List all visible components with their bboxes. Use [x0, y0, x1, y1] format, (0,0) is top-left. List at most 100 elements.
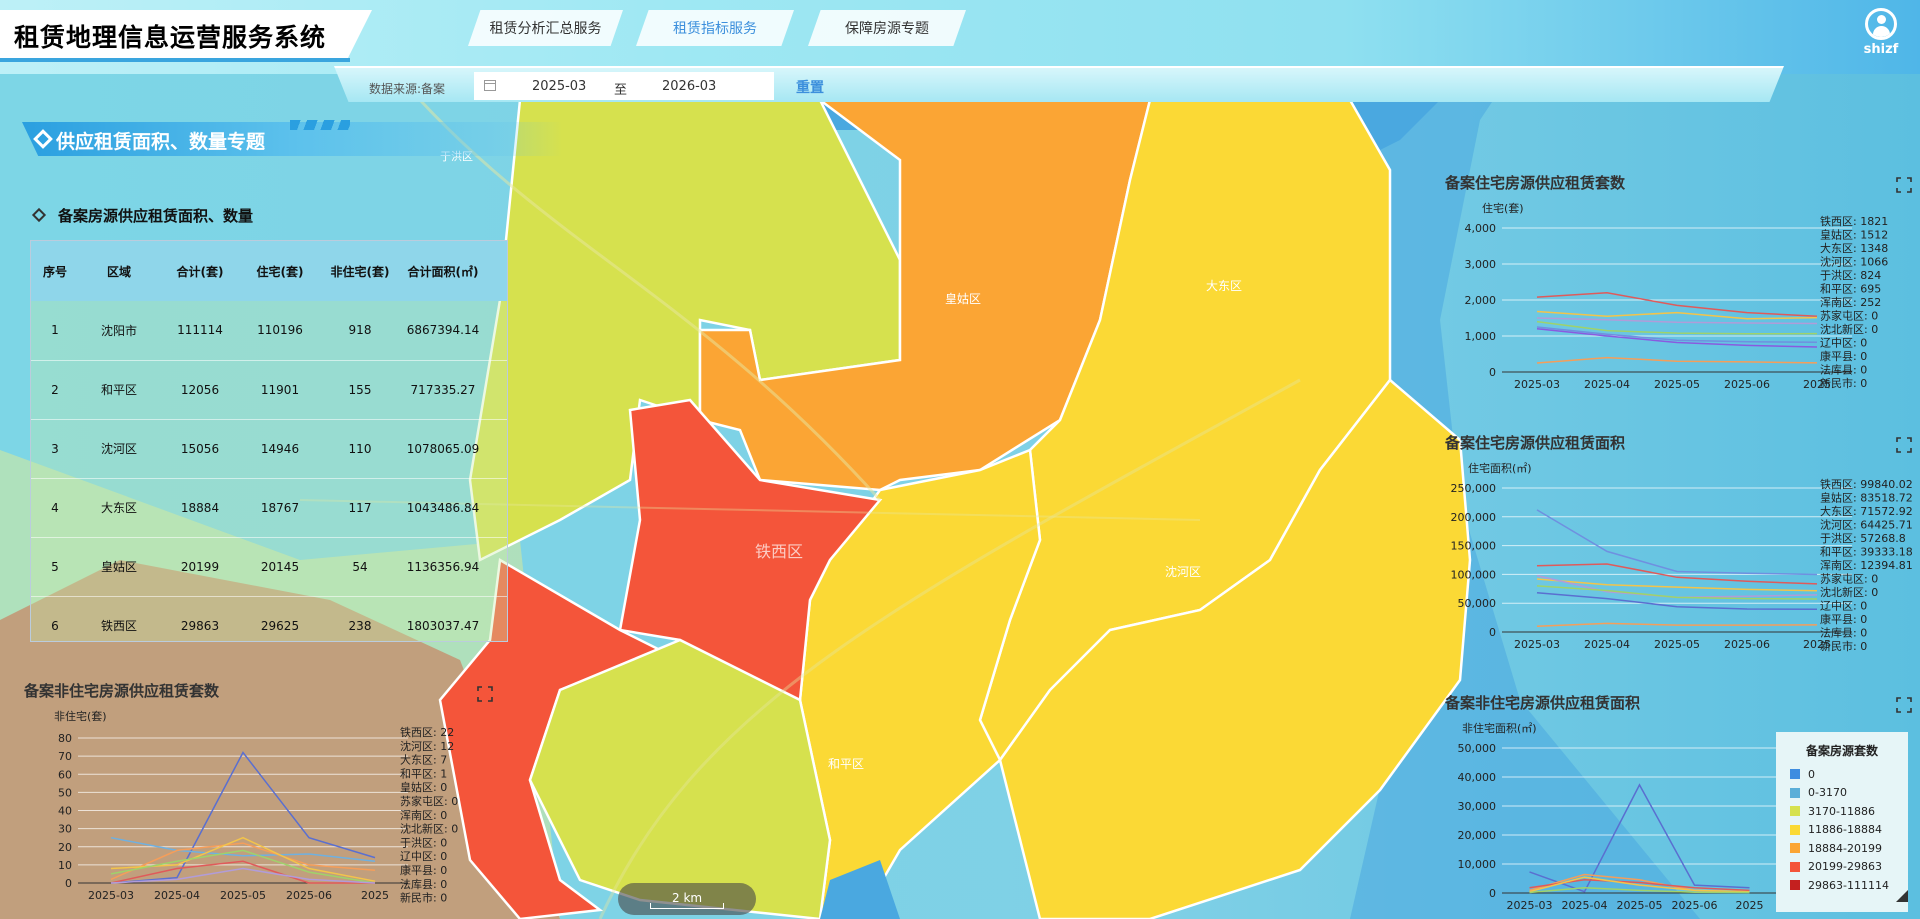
series-legend-label: 法库县: 0	[1820, 363, 1867, 377]
series-legend-label: 于洪区: 0	[400, 835, 447, 849]
col-header-residential: 住宅(套)	[241, 241, 319, 301]
section-title: 供应租赁面积、数量专题	[56, 131, 266, 153]
expand-icon[interactable]	[1896, 177, 1912, 193]
series-legend-label: 新民市: 0	[1820, 639, 1867, 653]
table-row[interactable]: 2和平区1205611901155717335.2765	[31, 360, 507, 420]
series-legend-label: 浑南区: 252	[1820, 296, 1881, 309]
series-legend-label: 辽中区: 0	[1820, 337, 1867, 350]
nav-tab-indicators[interactable]: 租赁指标服务	[636, 10, 794, 46]
col-header-total: 合计(套)	[159, 241, 241, 301]
y-tick-label: 70	[58, 750, 72, 763]
app-title-underline	[0, 58, 350, 62]
y-tick-label: 200,000	[1451, 511, 1497, 524]
series-legend-label: 皇姑区: 1512	[1820, 228, 1888, 242]
table-cell: 6867394.14	[401, 301, 485, 361]
y-tick-label: 30	[58, 823, 72, 836]
y-tick-label: 0	[1489, 887, 1496, 900]
user-avatar-icon	[1865, 8, 1897, 40]
col-header-index: 序号	[31, 241, 79, 301]
date-range-picker[interactable]: 2025-03 至 2026-03	[474, 72, 774, 100]
y-tick-label: 0	[65, 877, 72, 890]
triangle-corner-icon	[1896, 890, 1908, 902]
series-legend-label: 法库县: 0	[1820, 626, 1867, 640]
table-cell: 皇姑区	[79, 537, 159, 597]
x-tick-label: 2025-06	[1724, 638, 1770, 651]
table-cell: 16	[485, 596, 507, 641]
series-legend-label: 大东区: 7	[400, 753, 447, 767]
y-tick-label: 80	[58, 732, 72, 745]
legend-item: 11886-18884	[1790, 821, 1908, 840]
series-line[interactable]	[1536, 326, 1818, 344]
table-cell: 6	[31, 596, 79, 641]
nav-tab-housing[interactable]: 保障房源专题	[808, 10, 966, 46]
legend-item: 20199-29863	[1790, 858, 1908, 877]
nonres-count-chart[interactable]: 非住宅(套) 80 70 60 50 40 30 20 10 0 2025-03 2025-04 202…	[30, 706, 480, 916]
table-cell: 铁西区	[79, 596, 159, 641]
map-label-tiexi: 铁西区	[755, 542, 804, 561]
legend-item: 29863-111114	[1790, 876, 1908, 895]
nav-tab-summary[interactable]: 租赁分析汇总服务	[468, 10, 623, 46]
expand-icon[interactable]	[1896, 697, 1912, 713]
legend-label: 0	[1808, 767, 1815, 781]
date-start-input[interactable]: 2025-03	[532, 79, 586, 94]
nonres-area-chart[interactable]: 非住宅面积(㎡)50,00040,00030,00020,00010,00002…	[1440, 718, 1780, 918]
series-legend-label: 铁西区: 99840.02	[1820, 478, 1913, 491]
x-tick-label: 2025-04	[1562, 899, 1608, 912]
table-row[interactable]: 5皇姑区2019920145541136356.9411	[31, 537, 507, 597]
table-row[interactable]: 4大东区18884187671171043486.8410	[31, 478, 507, 538]
table-cell: 和平区	[79, 360, 159, 420]
expand-icon[interactable]	[1896, 437, 1912, 453]
table-cell: 1043486.84	[401, 478, 485, 538]
data-source-label: 数据来源:备案	[369, 82, 446, 96]
series-line[interactable]	[110, 751, 376, 884]
map-label-huanggu: 皇姑区	[945, 292, 982, 306]
supply-table[interactable]: 序号 区域 合计(套) 住宅(套) 非住宅(套) 合计面积(㎡) 住 1沈阳市1…	[30, 240, 508, 642]
table-cell: 20145	[241, 537, 319, 597]
series-legend-label: 浑南区: 12394.81	[1820, 559, 1913, 572]
series-line[interactable]	[110, 836, 376, 863]
res-area-chart[interactable]: 住宅面积(㎡) 250,000 200,000 150,000 100,000 50,00…	[1440, 458, 1915, 658]
table-cell: 110	[319, 419, 401, 479]
series-legend-label: 和平区: 39333.18	[1820, 546, 1913, 559]
legend-label: 3170-11886	[1808, 804, 1875, 818]
x-tick-label: 2025-04	[1584, 378, 1630, 391]
x-tick-label: 2025-03	[1514, 638, 1560, 651]
table-row[interactable]: 1沈阳市1111141101969186867394.1462	[31, 301, 507, 361]
legend-swatch	[1790, 880, 1800, 891]
series-line[interactable]	[1536, 310, 1818, 320]
series-line[interactable]	[1536, 585, 1818, 600]
y-tick-label: 100,000	[1451, 568, 1497, 581]
x-tick-label: 2025-03	[88, 889, 134, 902]
user-menu[interactable]: shizf	[1856, 8, 1906, 57]
expand-icon[interactable]	[477, 686, 493, 702]
res-count-chart[interactable]: 住宅(套) 4,000 3,000 2,000 1,000 0 2025-03 2025-04…	[1440, 198, 1915, 398]
x-tick-label: 2025-04	[1584, 638, 1630, 651]
series-line[interactable]	[1536, 356, 1818, 364]
table-cell: 29863	[159, 596, 241, 641]
table-row[interactable]: 3沈河区15056149461101078065.0983	[31, 419, 507, 479]
series-legend-label: 沈河区: 64425.71	[1820, 518, 1913, 532]
series-line[interactable]	[1536, 622, 1818, 627]
y-tick-label: 1,000	[1465, 330, 1497, 343]
chart-title-res-count: 备案住宅房源供应租赁套数	[1445, 174, 1626, 192]
reset-button[interactable]: 重置	[796, 77, 824, 97]
date-end-input[interactable]: 2026-03	[662, 79, 716, 94]
y-tick-label: 50,000	[1458, 742, 1497, 755]
table-row[interactable]: 6铁西区29863296252381803037.4716	[31, 596, 507, 641]
x-tick-label: 2025-05	[1617, 899, 1663, 912]
series-legend-label: 苏家屯区: 0	[1820, 309, 1878, 323]
map-label-dadong: 大东区	[1206, 279, 1243, 293]
series-line[interactable]	[1529, 783, 1750, 893]
table-cell: 29625	[241, 596, 319, 641]
y-axis-label: 住宅面积(㎡)	[1468, 461, 1532, 475]
section-title-stripes	[290, 120, 350, 130]
series-legend-label: 新民市: 0	[400, 891, 447, 905]
y-tick-label: 0	[1489, 366, 1496, 379]
table-cell: 155	[319, 360, 401, 420]
table-cell: 117	[319, 478, 401, 538]
y-tick-label: 2,000	[1465, 294, 1497, 307]
x-tick-label: 2025-03	[1514, 378, 1560, 391]
legend-swatch	[1790, 843, 1800, 854]
series-legend-label: 和平区: 695	[1820, 283, 1881, 296]
y-tick-label: 150,000	[1451, 540, 1497, 553]
